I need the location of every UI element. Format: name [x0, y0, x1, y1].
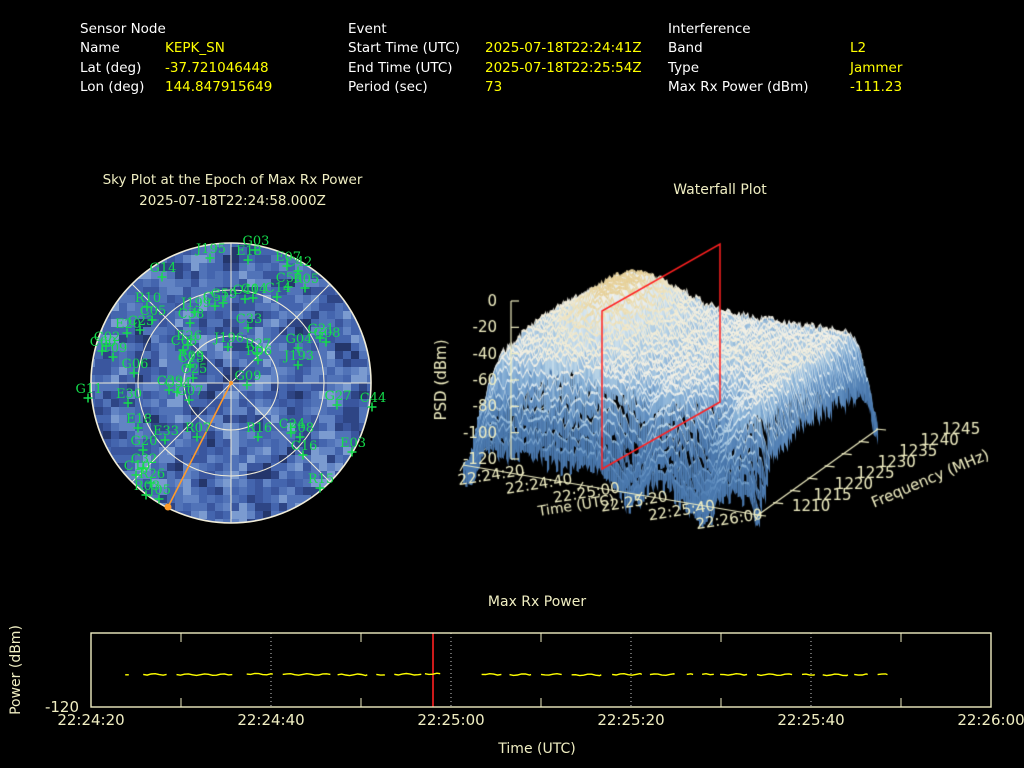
svg-text:J195: J195 [194, 242, 226, 257]
event-period-label: Period (sec) [348, 78, 428, 95]
event-panel: Event Start Time (UTC) 2025-07-18T22:24:… [348, 20, 642, 97]
sensor-lon-row: Lon (deg) 144.847915649 [80, 78, 272, 97]
svg-text:G09: G09 [235, 369, 262, 384]
sky-plot-title: Sky Plot at the Epoch of Max Rx Power [102, 172, 363, 188]
svg-text:R07: R07 [185, 421, 211, 436]
svg-text:G04: G04 [286, 332, 313, 347]
sensor-lon-value: 144.847915649 [165, 78, 273, 95]
svg-text:22:25:40: 22:25:40 [777, 711, 844, 729]
svg-text:22:25:20: 22:25:20 [597, 711, 664, 729]
svg-text:G07: G07 [177, 384, 204, 399]
svg-text:C04: C04 [241, 282, 268, 297]
sensor-lon-label: Lon (deg) [80, 78, 145, 95]
interference-type-label: Type [668, 59, 700, 76]
event-start-label: Start Time (UTC) [348, 40, 460, 57]
interference-band-value: L2 [850, 40, 867, 57]
sensor-lat-value: -37.721046448 [165, 59, 269, 76]
svg-text:E03: E03 [340, 436, 366, 451]
svg-text:G14: G14 [150, 261, 177, 276]
svg-text:R15: R15 [308, 472, 334, 487]
interference-band-label: Band [668, 40, 703, 57]
svg-text:E30: E30 [116, 387, 142, 402]
svg-text:J193: J193 [282, 349, 314, 364]
svg-text:-120: -120 [45, 698, 79, 716]
svg-text:R16: R16 [246, 421, 272, 436]
interference-band-row: Band L2 [668, 39, 902, 58]
svg-text:R06: R06 [246, 344, 272, 359]
event-period-value: 73 [485, 78, 503, 95]
event-title: Event [348, 21, 387, 37]
waterfall-canvas [420, 215, 1024, 545]
event-end-row: End Time (UTC) 2025-07-18T22:25:54Z [348, 59, 642, 78]
svg-text:J05: J05 [147, 483, 171, 498]
svg-text:E13: E13 [236, 244, 262, 259]
event-period-row: Period (sec) 73 [348, 78, 642, 97]
svg-text:22:24:40: 22:24:40 [237, 711, 304, 729]
waterfall-title: Waterfall Plot [673, 182, 767, 198]
svg-text:G06: G06 [122, 357, 149, 372]
svg-text:G08: G08 [314, 326, 341, 341]
svg-text:R05: R05 [293, 272, 319, 287]
svg-text:J196: J196 [212, 331, 244, 346]
svg-text:C09: C09 [101, 341, 128, 356]
sensor-name-row: Name KEPK_SN [80, 39, 272, 58]
event-start-value: 2025-07-18T22:24:41Z [485, 40, 642, 57]
sensor-name-value: KEPK_SN [165, 40, 225, 57]
svg-text:C25: C25 [181, 362, 208, 377]
svg-text:G11: G11 [76, 382, 103, 397]
svg-text:C38: C38 [178, 307, 205, 322]
interference-power-label: Max Rx Power (dBm) [668, 78, 809, 95]
svg-text:C14: C14 [265, 281, 292, 296]
svg-text:G20: G20 [131, 434, 158, 449]
interference-title: Interference [668, 21, 751, 37]
interference-type-row: Type Jammer [668, 59, 902, 78]
interference-power-value: -111.23 [850, 78, 903, 95]
svg-text:C44: C44 [360, 391, 387, 406]
svg-text:C42: C42 [286, 255, 313, 270]
sensor-name-label: Name [80, 40, 120, 57]
event-start-row: Start Time (UTC) 2025-07-18T22:24:41Z [348, 39, 642, 58]
sensor-node-panel: Sensor Node Name KEPK_SN Lat (deg) -37.7… [80, 20, 272, 97]
svg-text:C33: C33 [236, 312, 263, 327]
svg-text:Power (dBm): Power (dBm) [8, 625, 24, 715]
svg-text:G27: G27 [325, 389, 352, 404]
svg-text:C08: C08 [171, 334, 198, 349]
svg-text:Time (UTC): Time (UTC) [497, 741, 575, 757]
event-end-label: End Time (UTC) [348, 59, 453, 76]
svg-text:22:26:00: 22:26:00 [957, 711, 1024, 729]
sky-plot-canvas: J195G03E13 E07C42G14C58R05C14R10 C51C59C41… [76, 234, 387, 524]
interference-type-value: Jammer [850, 59, 903, 76]
sky-plot-subtitle: 2025-07-18T22:24:58.000Z [139, 193, 326, 209]
interference-panel: Interference Band L2 Type Jammer Max Rx … [668, 20, 902, 97]
event-end-value: 2025-07-18T22:25:54Z [485, 59, 642, 76]
svg-text:E18: E18 [126, 412, 152, 427]
sensor-lat-label: Lat (deg) [80, 59, 142, 76]
interference-event-dashboard: { "colors": { "background": "#000000", "… [0, 0, 1024, 768]
sensor-lat-row: Lat (deg) -37.721046448 [80, 59, 272, 78]
svg-text:C16: C16 [291, 439, 318, 454]
sky-plot-title-block: Sky Plot at the Epoch of Max Rx Power 20… [40, 170, 425, 212]
interference-power-row: Max Rx Power (dBm) -111.23 [668, 78, 902, 97]
svg-text:E08: E08 [288, 421, 314, 436]
sensor-node-title: Sensor Node [80, 21, 166, 37]
svg-text:22:25:00: 22:25:00 [417, 711, 484, 729]
max-rx-power-canvas: 22:24:20 22:24:40 22:25:00 22:25:20 22:25:40… [8, 625, 1024, 757]
